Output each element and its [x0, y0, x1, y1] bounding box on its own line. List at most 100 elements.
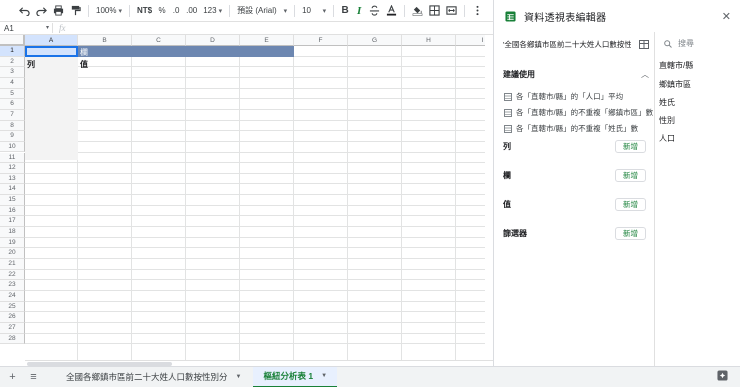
grid-select-icon[interactable]: [639, 40, 649, 49]
column-header[interactable]: F: [294, 35, 348, 46]
add-columns-button[interactable]: 新增: [615, 169, 646, 182]
formula-input[interactable]: [66, 22, 493, 35]
gridline-horizontal: [25, 151, 485, 153]
row-header[interactable]: 3: [0, 67, 25, 78]
field-search-input[interactable]: 搜尋: [664, 38, 694, 49]
chevron-up-icon[interactable]: ︿: [641, 69, 649, 80]
fill-color-icon[interactable]: [409, 2, 426, 20]
add-values-button[interactable]: 新增: [615, 198, 646, 211]
gridline-vertical: [131, 46, 132, 360]
row-header[interactable]: 10: [0, 141, 25, 153]
more-options-icon[interactable]: [469, 2, 486, 20]
add-sheet-icon[interactable]: +: [4, 371, 21, 383]
row-header[interactable]: 7: [0, 109, 25, 121]
row-header[interactable]: 12: [0, 163, 25, 174]
row-header[interactable]: 28: [0, 333, 25, 345]
strikethrough-icon[interactable]: [366, 2, 383, 20]
row-header[interactable]: 5: [0, 88, 25, 100]
row-header[interactable]: 17: [0, 216, 25, 228]
chevron-down-icon[interactable]: ▼: [321, 373, 327, 379]
add-filters-button[interactable]: 新增: [615, 227, 646, 240]
row-header[interactable]: 15: [0, 195, 25, 206]
decrease-decimal-button[interactable]: .0: [169, 2, 183, 20]
increase-decimal-button[interactable]: .00: [183, 2, 200, 20]
column-header[interactable]: I: [456, 35, 485, 46]
redo-icon[interactable]: [33, 2, 50, 20]
suggestions-header[interactable]: 建議使用 ︿: [503, 69, 649, 80]
filters-label: 篩選器: [503, 229, 527, 238]
row-header[interactable]: 1: [0, 46, 25, 57]
row-header[interactable]: 26: [0, 312, 25, 323]
cell-b1[interactable]: 欄: [80, 47, 88, 58]
merge-cells-icon[interactable]: [443, 2, 460, 20]
row-header[interactable]: 21: [0, 259, 25, 270]
suggestion-item[interactable]: 各「直轄市/縣」的不重複「鄉鎮市區」數: [504, 107, 653, 118]
font-select[interactable]: 預設 (Arial) ▾: [234, 2, 290, 20]
row-header[interactable]: 6: [0, 99, 25, 110]
field-item[interactable]: 姓氏: [659, 97, 675, 108]
row-header[interactable]: 22: [0, 269, 25, 281]
row-header[interactable]: 23: [0, 280, 25, 291]
all-sheets-icon[interactable]: ≡: [25, 371, 42, 383]
column-header[interactable]: G: [348, 35, 402, 46]
explore-icon[interactable]: [717, 370, 728, 381]
zoom-select[interactable]: 100% ▾: [93, 2, 125, 20]
percent-format-button[interactable]: %: [155, 2, 169, 20]
print-icon[interactable]: [50, 2, 67, 20]
row-header[interactable]: 25: [0, 301, 25, 313]
row-header[interactable]: 11: [0, 152, 25, 164]
column-header[interactable]: B: [78, 35, 132, 46]
column-header[interactable]: H: [402, 35, 456, 46]
field-item[interactable]: 性別: [659, 115, 675, 126]
row-header[interactable]: 9: [0, 131, 25, 142]
row-header[interactable]: 16: [0, 205, 25, 217]
field-item[interactable]: 鄉鎮市區: [659, 79, 691, 90]
row-header[interactable]: 13: [0, 173, 25, 185]
sheet-tab-source[interactable]: 全國各鄉鎮市區前二十大姓人口數按性別分 ▼: [56, 367, 251, 387]
column-header[interactable]: D: [186, 35, 240, 46]
sheets-icon: [505, 10, 516, 22]
text-color-icon[interactable]: [383, 2, 400, 20]
field-item[interactable]: 人口: [659, 133, 675, 144]
italic-button[interactable]: I: [352, 2, 366, 20]
name-box[interactable]: A1 ▾: [0, 24, 52, 33]
paint-format-icon[interactable]: [67, 2, 84, 20]
font-size-select[interactable]: 10 ▾: [299, 2, 329, 20]
column-header[interactable]: C: [132, 35, 186, 46]
spreadsheet-grid[interactable]: 欄 列 值 A B C D E F G H I 1 2 3 4 5 6 7 8 9 10 11 12 13 14 15 16 17…: [0, 35, 485, 360]
chevron-down-icon[interactable]: ▼: [236, 374, 242, 380]
row-header[interactable]: 18: [0, 227, 25, 238]
close-icon[interactable]: ✕: [722, 10, 731, 23]
row-header[interactable]: 14: [0, 184, 25, 196]
selected-cell-a1[interactable]: [25, 46, 78, 57]
column-header[interactable]: A: [25, 35, 78, 46]
field-item[interactable]: 直轄市/縣: [659, 60, 693, 71]
values-label: 值: [503, 200, 511, 209]
data-range[interactable]: '全國各鄉鎮市區前二十大姓人口數按性別分: [503, 39, 649, 50]
row-header[interactable]: 4: [0, 77, 25, 89]
row-header[interactable]: 2: [0, 56, 25, 68]
gridline-horizontal: [25, 194, 485, 196]
cell-a2[interactable]: 列: [27, 59, 35, 70]
gridline-horizontal: [25, 108, 485, 110]
row-header[interactable]: 19: [0, 237, 25, 249]
search-placeholder: 搜尋: [678, 39, 694, 48]
borders-icon[interactable]: [426, 2, 443, 20]
row-header[interactable]: 20: [0, 248, 25, 259]
row-header[interactable]: 27: [0, 322, 25, 334]
gridline-vertical: [347, 46, 348, 360]
suggestion-item[interactable]: 各「直轄市/縣」的「人口」平均: [504, 91, 623, 102]
undo-icon[interactable]: [16, 2, 33, 20]
cell-b2[interactable]: 值: [80, 59, 88, 70]
column-header[interactable]: E: [240, 35, 294, 46]
row-header[interactable]: 8: [0, 120, 25, 132]
currency-format-button[interactable]: NT$: [134, 2, 155, 20]
row-header[interactable]: 24: [0, 290, 25, 302]
gridline-horizontal: [25, 226, 485, 228]
bold-button[interactable]: B: [338, 2, 352, 20]
more-formats-select[interactable]: 123 ▾: [200, 2, 225, 20]
select-all-corner[interactable]: [0, 35, 25, 46]
sheet-tab-pivot[interactable]: 樞紐分析表 1 ▼: [253, 366, 338, 387]
add-rows-button[interactable]: 新增: [615, 140, 646, 153]
suggestion-item[interactable]: 各「直轄市/縣」的不重複「姓氏」數: [504, 123, 638, 134]
